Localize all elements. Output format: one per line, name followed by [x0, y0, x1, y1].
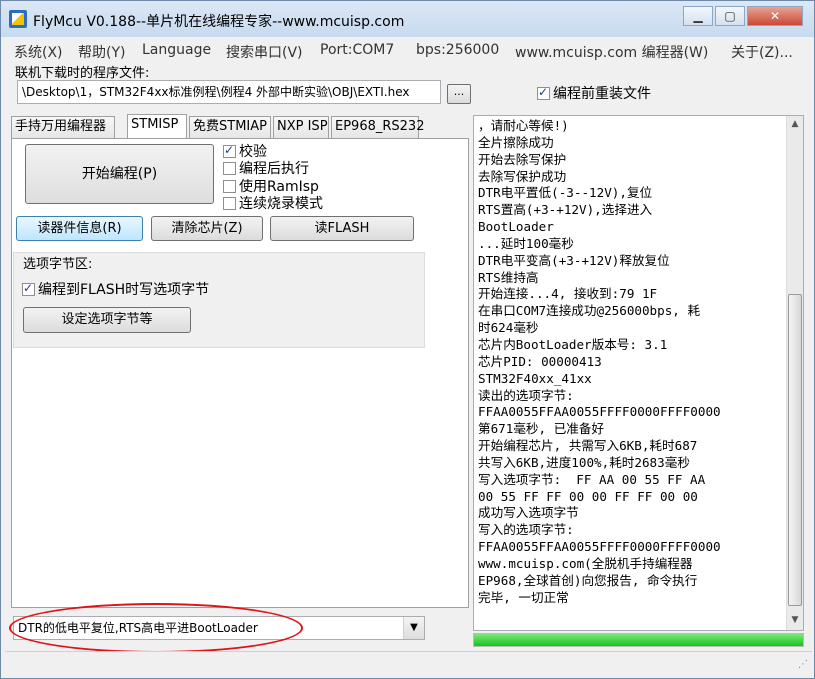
log-line: STM32F40xx_41xx	[478, 370, 592, 386]
use-ramisp-check-icon[interactable]	[223, 179, 236, 193]
scroll-thumb[interactable]	[788, 294, 802, 606]
scroll-down-icon[interactable]: ▼	[787, 612, 803, 628]
resize-grip-icon[interactable]: ⋰	[798, 659, 808, 670]
write-option-bytes-checkbox[interactable]: 编程到FLASH时写选项字节	[22, 279, 209, 299]
log-text: ，请耐心等候!) 全片擦除成功 开始去除写保护 去除写保护成功 DTR电平置低(-3--…	[478, 118, 788, 608]
browse-button[interactable]: ...	[447, 84, 471, 104]
reload-file-check-icon[interactable]	[537, 85, 550, 100]
log-line: ...延时100毫秒	[478, 235, 574, 251]
read-device-info-button[interactable]: 读器件信息(R)	[16, 216, 143, 241]
log-line: FFAA0055FFAA0055FFFF0000FFFF0000	[478, 539, 721, 555]
write-option-bytes-label: 编程到FLASH时写选项字节	[38, 282, 210, 298]
app-window: FlyMcu V0.188--单片机在线编程专家--www.mcuisp.com…	[0, 0, 815, 679]
app-logo-icon	[9, 10, 27, 28]
title-bar: FlyMcu V0.188--单片机在线编程专家--www.mcuisp.com…	[1, 1, 814, 37]
log-line: 00 55 FF FF 00 00 FF FF 00 00	[478, 488, 698, 504]
tab-nxp-isp[interactable]: NXP ISP	[273, 116, 329, 138]
maximize-button[interactable]: ▢	[715, 6, 745, 26]
log-scrollbar[interactable]: ▲ ▼	[786, 116, 803, 630]
log-line: 在串口COM7连接成功@256000bps, 耗	[478, 303, 701, 319]
reload-file-label: 编程前重装文件	[553, 86, 651, 102]
log-line: 完毕, 一切正常	[478, 589, 569, 605]
run-after-program-label: 编程后执行	[239, 161, 309, 177]
set-option-bytes-button[interactable]: 设定选项字节等	[23, 307, 191, 333]
minimize-button[interactable]: ▁	[683, 6, 713, 26]
menu-system[interactable]: 系统(X)	[14, 42, 63, 62]
menu-help[interactable]: 帮助(Y)	[78, 42, 125, 62]
log-line: 开始连接...4, 接收到:79 1F	[478, 286, 658, 302]
log-line: 开始去除写保护	[478, 151, 567, 167]
log-line: 开始编程芯片, 共需写入6KB,耗时687	[478, 438, 698, 454]
progress-bar	[473, 633, 804, 647]
window-title: FlyMcu V0.188--单片机在线编程专家--www.mcuisp.com	[33, 14, 405, 30]
log-line: DTR电平变高(+3-+12V)释放复位	[478, 252, 670, 268]
log-line: 读出的选项字节:	[478, 387, 574, 403]
tab-handheld-programmer[interactable]: 手持万用编程器	[11, 116, 115, 138]
red-annotation-ellipse	[9, 603, 303, 653]
progress-fill	[474, 634, 803, 646]
continuous-burn-label: 连续烧录模式	[239, 196, 323, 212]
reload-file-checkbox[interactable]: 编程前重装文件	[537, 83, 651, 103]
scroll-up-icon[interactable]: ▲	[787, 116, 803, 132]
start-programming-button[interactable]: 开始编程(P)	[25, 144, 214, 204]
write-option-bytes-check-icon[interactable]	[22, 281, 35, 296]
log-line: 去除写保护成功	[478, 168, 567, 184]
menu-about[interactable]: 关于(Z)...	[731, 42, 793, 62]
log-line: FFAA0055FFAA0055FFFF0000FFFF0000	[478, 404, 721, 420]
erase-chip-button[interactable]: 清除芯片(Z)	[151, 216, 263, 241]
menu-port[interactable]: Port:COM7	[320, 42, 394, 58]
read-flash-button[interactable]: 读FLASH	[270, 216, 414, 241]
run-after-program-check-icon[interactable]	[223, 161, 236, 175]
option-byte-group-title: 选项字节区:	[21, 253, 95, 272]
log-line: ，请耐心等候!)	[478, 118, 569, 133]
log-line: 时624毫秒	[478, 320, 539, 336]
log-line: 成功写入选项字节	[478, 505, 579, 521]
dropdown-arrow-icon[interactable]: ▼	[403, 617, 424, 639]
tab-free-stmiap[interactable]: 免费STMIAP	[189, 116, 271, 138]
file-label: 联机下载时的程序文件:	[15, 66, 150, 81]
menu-programmer[interactable]: www.mcuisp.com 编程器(W)	[515, 42, 708, 62]
menu-search-port[interactable]: 搜索串口(V)	[226, 42, 303, 62]
menu-bps[interactable]: bps:256000	[416, 42, 499, 58]
log-line: EP968,全球首创)向您报告, 命令执行	[478, 572, 698, 588]
log-line: 第671毫秒, 已准备好	[478, 421, 605, 437]
log-line: 芯片PID: 00000413	[478, 353, 602, 369]
log-line: RTS置高(+3-+12V),选择进入	[478, 202, 653, 218]
log-line: BootLoader	[478, 219, 554, 235]
log-line: 共写入6KB,进度100%,耗时2683毫秒	[478, 454, 690, 470]
log-line: RTS维持高	[478, 269, 539, 285]
log-line: 写入选项字节: FF AA 00 55 FF AA	[478, 471, 706, 487]
menu-language[interactable]: Language	[142, 42, 211, 58]
log-line: 芯片内BootLoader版本号: 3.1	[478, 336, 668, 352]
status-bar	[5, 651, 812, 673]
verify-check-icon[interactable]	[223, 143, 236, 158]
log-line: DTR电平置低(-3--12V),复位	[478, 185, 653, 201]
log-line: 全片擦除成功	[478, 134, 554, 150]
log-line: 写入的选项字节:	[478, 522, 574, 538]
continuous-burn-checkbox[interactable]: 连续烧录模式	[223, 193, 323, 213]
run-after-program-checkbox[interactable]: 编程后执行	[223, 158, 309, 178]
close-button[interactable]: ✕	[747, 6, 803, 26]
tab-ep968-rs232[interactable]: EP968_RS232	[331, 116, 424, 138]
log-line: www.mcuisp.com(全脱机手持编程器	[478, 555, 693, 571]
tab-stmisp[interactable]: STMISP	[127, 114, 187, 138]
file-path-field[interactable]: \Desktop\1，STM32F4xx标准例程\例程4 外部中断实验\OBJ\…	[17, 80, 441, 104]
menu-bar: 系统(X) 帮助(Y) Language 搜索串口(V) Port:COM7 b…	[5, 40, 810, 62]
continuous-burn-check-icon[interactable]	[223, 196, 236, 210]
